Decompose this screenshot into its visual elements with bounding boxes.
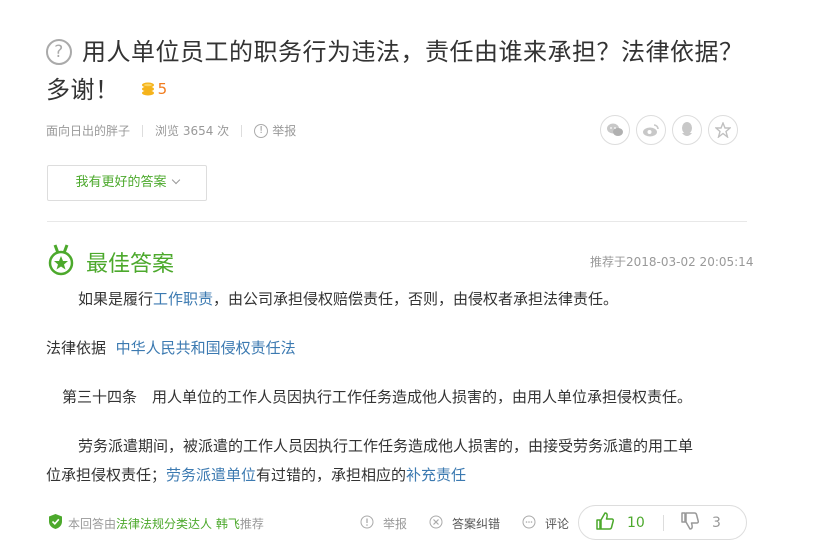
coin-icon — [140, 70, 156, 106]
divider — [241, 124, 243, 137]
weibo-icon[interactable] — [636, 115, 666, 145]
thumbs-up-icon — [595, 511, 627, 535]
keyword-link[interactable]: 劳务派遣单位 — [166, 466, 256, 484]
report-label: 举报 — [383, 517, 408, 531]
qzone-icon[interactable] — [708, 115, 738, 145]
dislike-count: 3 — [712, 514, 721, 531]
reward-points: 5 — [157, 80, 168, 98]
verified-user-link[interactable]: 韩飞 — [216, 515, 240, 532]
like-button[interactable]: 10 — [579, 511, 663, 535]
keyword-link[interactable]: 补充责任 — [406, 466, 466, 484]
comment-label: 评论 — [545, 517, 570, 531]
answer-text: 法律依据 — [46, 339, 107, 357]
verified-text: 推荐 — [239, 516, 264, 531]
medal-icon — [48, 244, 74, 280]
report-icon: ! — [254, 123, 269, 138]
author-link[interactable]: 面向日出的胖子 — [46, 122, 130, 139]
question-mark-icon: ? — [46, 39, 72, 65]
answer-text: 如果是履行 — [78, 290, 154, 308]
answer-text: 劳务派遣期间，被派遣的工作人员因执行工作任务造成他人损害的，由接受劳务派遣的用工… — [78, 437, 694, 455]
qq-icon[interactable] — [672, 115, 702, 145]
vote-box: 10 3 — [578, 505, 747, 540]
correction-label: 答案纠错 — [452, 517, 501, 531]
question-meta: 面向日出的胖子 浏览 3654 次 ! 举报 — [46, 122, 296, 139]
view-count: 浏览 3654 次 — [155, 124, 230, 138]
keyword-link[interactable]: 工作职责 — [153, 290, 213, 308]
answer-paragraph-2: 法律依据 中华人民共和国侵权责任法 — [46, 334, 296, 363]
verified-text: 本回答由 — [68, 516, 117, 531]
question-title-line2: 多谢！ — [46, 76, 120, 104]
better-answer-button[interactable]: 我有更好的答案 — [47, 165, 207, 201]
error-icon — [429, 515, 448, 532]
verified-org-link[interactable]: 法律法规分类达人 — [116, 515, 212, 532]
section-divider — [47, 221, 747, 222]
question-title-line1: 用人单位员工的职务行为违法，责任由谁来承担？法律依据？ — [82, 38, 744, 66]
report-link[interactable]: 举报 — [272, 122, 296, 139]
answer-actions: 举报 答案纠错 评论 — [360, 515, 591, 532]
best-answer-title: 最佳答案 — [86, 252, 175, 277]
answer-text: ，由公司承担侵权赔偿责任，否则，由侵权者承担法律责任。 — [213, 290, 619, 308]
answer-text: 位承担侵权责任； — [46, 466, 167, 484]
comment-button[interactable]: 评论 — [522, 515, 569, 532]
thumbs-down-icon — [680, 511, 712, 535]
like-count: 10 — [627, 514, 645, 531]
divider — [142, 124, 144, 137]
better-answer-label: 我有更好的答案 — [75, 175, 167, 190]
law-link[interactable]: 中华人民共和国侵权责任法 — [116, 339, 296, 357]
dislike-button[interactable]: 3 — [664, 511, 721, 535]
answer-paragraph-1: 如果是履行工作职责，由公司承担侵权赔偿责任，否则，由侵权者承担法律责任。 — [78, 285, 618, 314]
report-icon — [360, 515, 379, 532]
answer-paragraph-3: 第三十四条 用人单位的工作人员因执行工作任务造成他人损害的，由用人单位承担侵权责… — [62, 388, 693, 406]
answer-paragraph-4: 劳务派遣期间，被派遣的工作人员因执行工作任务造成他人损害的，由接受劳务派遣的用工… — [46, 432, 746, 490]
chevron-down-icon — [171, 175, 180, 185]
verified-recommend: 本回答由 法律法规分类达人 韩飞 推荐 — [48, 513, 264, 533]
question-title: ? 用人单位员工的职务行为违法，责任由谁来承担？法律依据？ 多谢！ 5 — [46, 34, 766, 108]
recommended-time: 推荐于2018-03-02 20:05:14 — [590, 255, 754, 269]
answer-text: 有过错的，承担相应的 — [256, 466, 407, 484]
wechat-icon[interactable] — [600, 115, 630, 145]
share-bar — [600, 115, 738, 145]
comment-icon — [522, 515, 541, 532]
shield-check-icon — [48, 513, 63, 533]
best-answer-header: 最佳答案 — [48, 244, 174, 280]
report-button[interactable]: 举报 — [360, 515, 407, 532]
correction-button[interactable]: 答案纠错 — [429, 515, 500, 532]
